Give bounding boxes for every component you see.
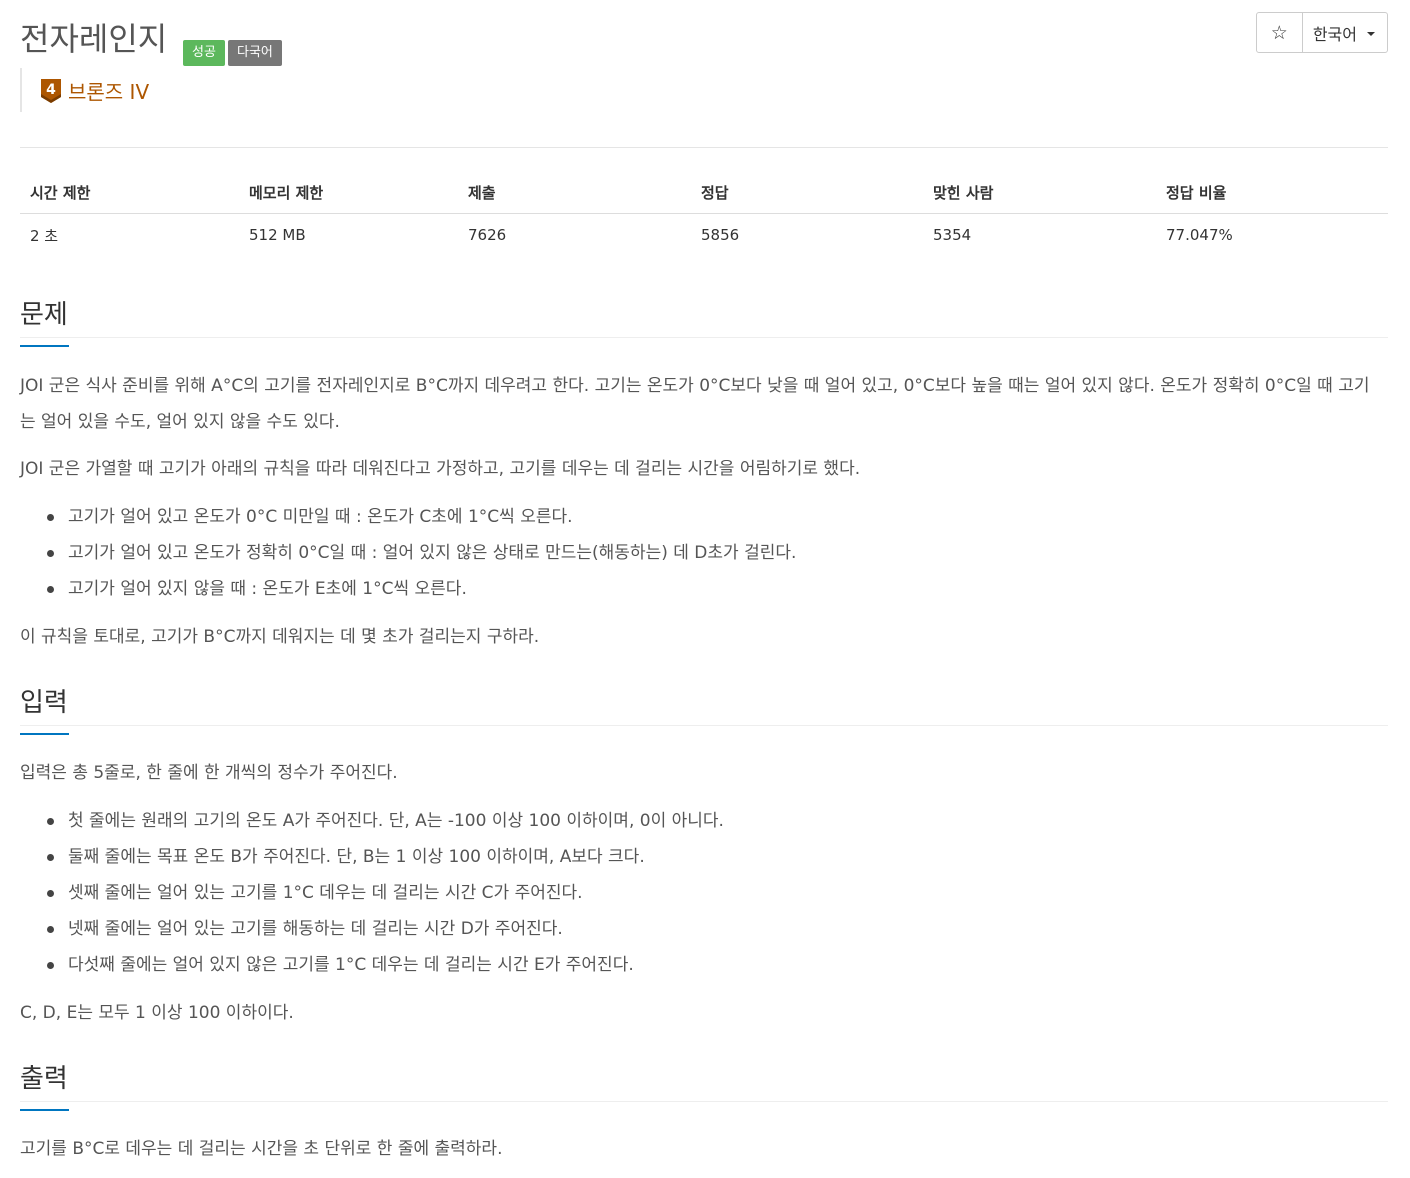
section-title-text: 출력 — [20, 1064, 68, 1094]
header-button-group: ☆ 한국어 — [1255, 12, 1388, 53]
section-title-problem: 문제 — [20, 294, 69, 347]
section-divider — [20, 725, 1388, 726]
list-item: 첫 줄에는 원래의 고기의 온도 A가 주어진다. 단, A는 -100 이상 … — [20, 803, 1380, 839]
header-divider — [20, 147, 1388, 148]
section-title-input: 입력 — [20, 682, 69, 735]
section-underline — [20, 345, 69, 347]
star-icon: ☆ — [1270, 21, 1288, 44]
tier-level-text: 4 — [46, 82, 56, 98]
info-header-cell: 제출 — [458, 172, 691, 214]
info-value-cell: 77.047% — [1166, 226, 1233, 245]
info-value-cell: 7626 — [468, 226, 507, 245]
multilang-badge: 다국어 — [228, 40, 282, 66]
list-item: 고기가 얼어 있고 온도가 정확히 0°C일 때 : 얼어 있지 않은 상태로 … — [20, 535, 1380, 571]
input-paragraph: C, D, E는 모두 1 이상 100 이하이다. — [20, 1003, 294, 1023]
problem-header: 전자레인지 성공 다국어 ☆ 한국어 — [20, 12, 1388, 66]
bronze-tier-icon: 4 — [40, 78, 62, 104]
tier-link[interactable]: 4 브론즈 IV — [40, 76, 149, 105]
info-value-cell: 5856 — [701, 226, 740, 245]
star-button[interactable]: ☆ — [1257, 13, 1303, 52]
caret-down-icon — [1367, 31, 1375, 36]
problem-paragraph: JOI 군은 가열할 때 고기가 아래의 규칙을 따라 데워진다고 가정하고, … — [20, 459, 861, 479]
list-item: 둘째 줄에는 목표 온도 B가 주어진다. 단, B는 1 이상 100 이하이… — [20, 839, 1380, 875]
info-value-cell: 2 초 — [30, 226, 59, 245]
info-value-cell: 5354 — [933, 226, 972, 245]
problem-title: 전자레인지 — [20, 20, 168, 58]
info-value-row: 2 초 512 MB 7626 5856 5354 77.047% — [20, 213, 1388, 257]
input-list: 첫 줄에는 원래의 고기의 온도 A가 주어진다. 단, A는 -100 이상 … — [20, 803, 1380, 983]
section-title-output: 출력 — [20, 1058, 69, 1111]
info-header-cell: 정답 — [691, 172, 923, 214]
language-label: 한국어 — [1312, 24, 1357, 44]
success-badge: 성공 — [183, 40, 225, 66]
list-item: 셋째 줄에는 얼어 있는 고기를 1°C 데우는 데 걸리는 시간 C가 주어진… — [20, 875, 1380, 911]
section-divider — [20, 337, 1388, 338]
section-divider — [20, 1101, 1388, 1102]
section-title-text: 문제 — [20, 300, 68, 330]
list-item: 고기가 얼어 있고 온도가 0°C 미만일 때 : 온도가 C초에 1°C씩 오… — [20, 499, 1380, 535]
list-item: 다섯째 줄에는 얼어 있지 않은 고기를 1°C 데우는 데 걸리는 시간 E가… — [20, 947, 1380, 983]
input-paragraph: 입력은 총 5줄로, 한 줄에 한 개씩의 정수가 주어진다. — [20, 763, 398, 783]
problem-paragraph: 이 규칙을 토대로, 고기가 B°C까지 데워지는 데 몇 초가 걸리는지 구하… — [20, 627, 540, 647]
language-dropdown[interactable]: 한국어 — [1303, 13, 1387, 52]
info-header-cell: 맞힌 사람 — [923, 172, 1156, 214]
info-value-cell: 512 MB — [249, 226, 306, 245]
problem-info-table: 시간 제한 메모리 제한 제출 정답 맞힌 사람 정답 비율 2 초 512 M… — [20, 172, 1388, 257]
tier-label: 브론즈 IV — [68, 80, 150, 104]
list-item: 넷째 줄에는 얼어 있는 고기를 해동하는 데 걸리는 시간 D가 주어진다. — [20, 911, 1380, 947]
info-header-row: 시간 제한 메모리 제한 제출 정답 맞힌 사람 정답 비율 — [20, 172, 1388, 214]
list-item: 고기가 얼어 있지 않을 때 : 온도가 E초에 1°C씩 오른다. — [20, 571, 1380, 607]
info-header-cell: 시간 제한 — [20, 172, 239, 214]
section-underline — [20, 1109, 69, 1111]
section-title-text: 입력 — [20, 688, 68, 718]
rules-list: 고기가 얼어 있고 온도가 0°C 미만일 때 : 온도가 C초에 1°C씩 오… — [20, 499, 1380, 607]
section-underline — [20, 733, 69, 735]
info-header-cell: 메모리 제한 — [239, 172, 458, 214]
tier-block: 4 브론즈 IV — [20, 68, 149, 112]
output-paragraph: 고기를 B°C로 데우는 데 걸리는 시간을 초 단위로 한 줄에 출력하라. — [20, 1139, 503, 1159]
problem-paragraph: JOI 군은 식사 준비를 위해 A°C의 고기를 전자레인지로 B°C까지 데… — [20, 376, 1370, 432]
info-header-cell: 정답 비율 — [1156, 172, 1388, 214]
